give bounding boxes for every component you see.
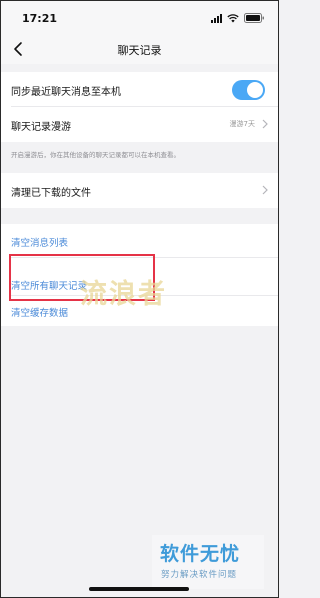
status-bar: 17:21 [0, 0, 279, 34]
clear-downloads-label: 清理已下载的文件 [11, 188, 91, 199]
brand-watermark: 软件无忧 努力解决软件问题 [152, 535, 264, 589]
status-icons [211, 12, 265, 24]
status-time: 17:21 [22, 12, 58, 25]
sync-settings-group: 同步最近聊天消息至本机 聊天记录漫游 漫游7天 [0, 72, 279, 142]
sync-label: 同步最近聊天消息至本机 [11, 87, 121, 98]
signal-icon [211, 13, 222, 23]
roaming-value: 漫游7天 [229, 120, 255, 128]
roaming-label: 聊天记录漫游 [11, 122, 71, 133]
toggle-knob [247, 82, 263, 98]
sync-row[interactable]: 同步最近聊天消息至本机 [0, 72, 279, 107]
clear-cache-link[interactable]: 清空缓存数据 [11, 305, 68, 319]
battery-icon [244, 13, 265, 23]
clear-downloads-row[interactable]: 清理已下载的文件 [0, 173, 279, 208]
clear-message-list-link[interactable]: 清空消息列表 [11, 235, 68, 249]
brand-title: 软件无忧 [160, 543, 241, 565]
wifi-icon [227, 13, 239, 23]
watermark-text: 流浪者 [80, 279, 167, 310]
brand-subtitle: 努力解决软件问题 [161, 570, 238, 580]
home-indicator [89, 587, 189, 591]
roaming-row[interactable]: 聊天记录漫游 漫游7天 [0, 107, 279, 142]
chevron-right-icon [262, 185, 268, 195]
nav-bar: 聊天记录 [0, 34, 279, 64]
sync-toggle[interactable] [232, 80, 265, 100]
downloads-group: 清理已下载的文件 [0, 173, 279, 208]
chevron-right-icon [262, 119, 268, 129]
clear-message-list-row[interactable]: 清空消息列表 [0, 224, 279, 258]
roaming-hint: 开启漫游后，你在其他设备的聊天记录都可以在本机查看。 [11, 151, 180, 159]
page-title: 聊天记录 [117, 44, 162, 57]
